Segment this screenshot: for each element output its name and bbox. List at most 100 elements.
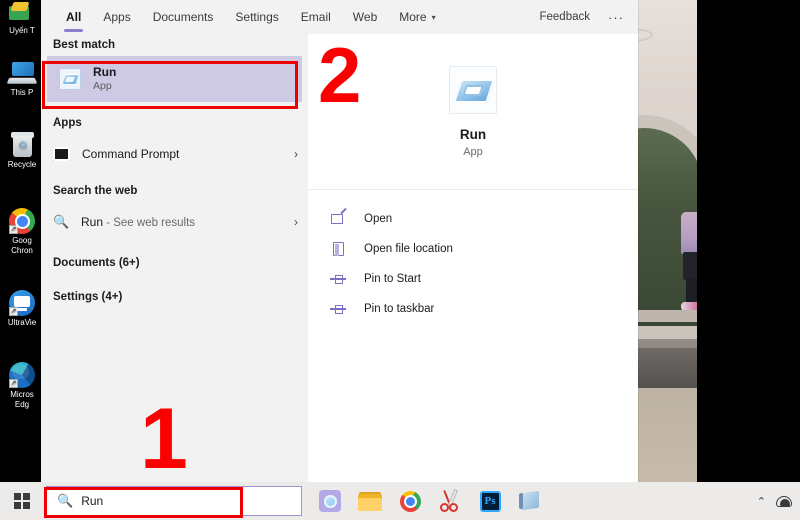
tab-label: Web	[352, 10, 378, 24]
command-prompt-icon	[53, 147, 70, 161]
open-icon	[330, 211, 348, 227]
result-subtitle: App	[93, 79, 112, 92]
run-app-icon	[449, 65, 497, 114]
tab-label: All	[66, 10, 82, 24]
cortana-icon	[319, 490, 341, 512]
shortcut-arrow-icon: ↗	[9, 307, 18, 316]
search-results-list: Best match Run App Apps Command Prompt ›…	[41, 34, 308, 489]
cortana-button[interactable]	[312, 483, 348, 519]
photoshop-icon: Ps	[479, 490, 501, 512]
section-title-search-the-web: Search the web	[53, 185, 138, 197]
onedrive-icon[interactable]	[776, 495, 792, 507]
photoshop-button[interactable]: Ps	[472, 483, 508, 519]
search-flyout-body: Best match Run App Apps Command Prompt ›…	[41, 34, 638, 489]
tab-web[interactable]: Web	[342, 0, 388, 34]
result-title: Command Prompt	[82, 147, 180, 161]
wallpaper-person-shirt	[681, 212, 697, 254]
preview-actions-list: Open Open file location Pin to Start Pin…	[308, 190, 638, 322]
result-web-run[interactable]: 🔍 Run - See web results ›	[41, 202, 308, 242]
desktop-icon-recycle-bin[interactable]: ♲ Recycle	[2, 132, 42, 169]
section-title-settings[interactable]: Settings (4+)	[41, 286, 308, 308]
pin-icon	[330, 301, 348, 317]
desktop-icon-folder[interactable]: Uyến T	[2, 2, 42, 35]
desktop-icon-label: Goog Chron	[11, 236, 33, 255]
tab-label: More	[399, 10, 427, 24]
search-input-value: Run	[81, 494, 104, 508]
section-title-best-match: Best match	[53, 39, 115, 51]
result-title: Run	[93, 64, 117, 79]
desktop-icon-label: Micros Edg	[10, 390, 34, 409]
app-preview-panel: Run App Open Open file location Pin to S…	[308, 34, 638, 489]
shortcut-arrow-icon: ↗	[9, 379, 18, 388]
desktop-icon-google-chrome[interactable]: ↗ Goog Chron	[2, 208, 42, 256]
section-title-documents[interactable]: Documents (6+)	[41, 252, 308, 274]
system-tray: ⌃	[757, 482, 792, 520]
action-pin-to-start[interactable]: Pin to Start	[330, 266, 638, 292]
folder-location-icon	[330, 241, 348, 257]
result-best-match-run[interactable]: Run App	[47, 56, 302, 102]
file-explorer-icon	[358, 491, 382, 511]
preview-app-type: App	[463, 145, 483, 158]
action-pin-to-taskbar[interactable]: Pin to taskbar	[330, 296, 638, 322]
tab-apps[interactable]: Apps	[92, 0, 141, 34]
start-button[interactable]	[0, 482, 44, 520]
preview-app-name: Run	[459, 126, 487, 142]
tab-all[interactable]: All	[55, 0, 92, 34]
desktop-icon-label: This P	[10, 88, 34, 97]
microsoft-edge-icon: ↗	[9, 362, 35, 388]
desktop-icon-label: UltraVie	[7, 318, 37, 327]
ultraviewer-icon: ↗	[9, 290, 35, 316]
wallpaper-person-shorts	[683, 252, 697, 280]
tab-label: Documents	[152, 10, 214, 24]
pin-icon	[330, 271, 348, 287]
show-hidden-icons-icon[interactable]: ⌃	[757, 495, 766, 508]
journal-button[interactable]	[512, 483, 548, 519]
recycle-bin-icon: ♲	[9, 132, 35, 158]
wallpaper-road	[637, 388, 697, 490]
taskbar: 🔍 Run Ps ⌃	[0, 482, 800, 520]
section-title-apps: Apps	[53, 117, 82, 129]
action-open-file-location[interactable]: Open file location	[330, 236, 638, 262]
search-icon: 🔍	[57, 493, 74, 508]
search-filter-tabs: All Apps Documents Settings Email Web Mo…	[41, 0, 638, 34]
desktop-icon-microsoft-edge[interactable]: ↗ Micros Edg	[2, 362, 42, 410]
overflow-menu-icon[interactable]: ···	[608, 10, 624, 25]
action-label: Open	[364, 213, 393, 225]
chevron-right-icon[interactable]: ›	[294, 215, 298, 229]
file-explorer-button[interactable]	[352, 483, 388, 519]
result-web-suffix: - See web results	[103, 217, 196, 229]
run-app-icon	[59, 68, 81, 90]
action-label: Pin to taskbar	[364, 303, 435, 315]
preview-header: Run App	[308, 34, 638, 190]
tab-documents[interactable]: Documents	[142, 0, 225, 34]
desktop-icon-label: Uyến T	[9, 26, 35, 35]
desktop-icon-label: Recycle	[7, 160, 37, 169]
feedback-button[interactable]: Feedback	[539, 11, 590, 23]
taskbar-search-input[interactable]: 🔍 Run	[46, 486, 302, 516]
result-title: Run - See web results	[81, 215, 195, 229]
result-web-query: Run	[81, 215, 104, 229]
chrome-button[interactable]	[392, 483, 428, 519]
tab-more[interactable]: More ▾	[388, 0, 446, 34]
action-open[interactable]: Open	[330, 206, 638, 232]
chevron-right-icon[interactable]: ›	[294, 147, 298, 161]
action-label: Pin to Start	[364, 273, 421, 285]
tab-settings[interactable]: Settings	[224, 0, 289, 34]
tab-email[interactable]: Email	[290, 0, 342, 34]
search-icon: 🔍	[53, 214, 70, 229]
desktop-icon-ultraviewer[interactable]: ↗ UltraVie	[2, 290, 42, 327]
taskbar-pinned-apps: Ps	[312, 483, 548, 519]
action-label: Open file location	[364, 243, 453, 255]
wallpaper-ledge	[637, 310, 697, 322]
snipping-tool-button[interactable]	[432, 483, 468, 519]
this-pc-icon	[6, 62, 38, 86]
shortcut-arrow-icon: ↗	[9, 225, 18, 234]
desktop-icon-this-pc[interactable]: This P	[2, 62, 42, 97]
windows-logo-icon	[14, 493, 30, 509]
search-flyout: All Apps Documents Settings Email Web Mo…	[41, 0, 638, 489]
wallpaper-ground	[637, 348, 697, 388]
journal-icon	[519, 490, 541, 511]
result-app-command-prompt[interactable]: Command Prompt ›	[41, 134, 308, 174]
desktop-wallpaper: BERRY	[637, 0, 697, 490]
scissors-icon	[439, 490, 461, 512]
